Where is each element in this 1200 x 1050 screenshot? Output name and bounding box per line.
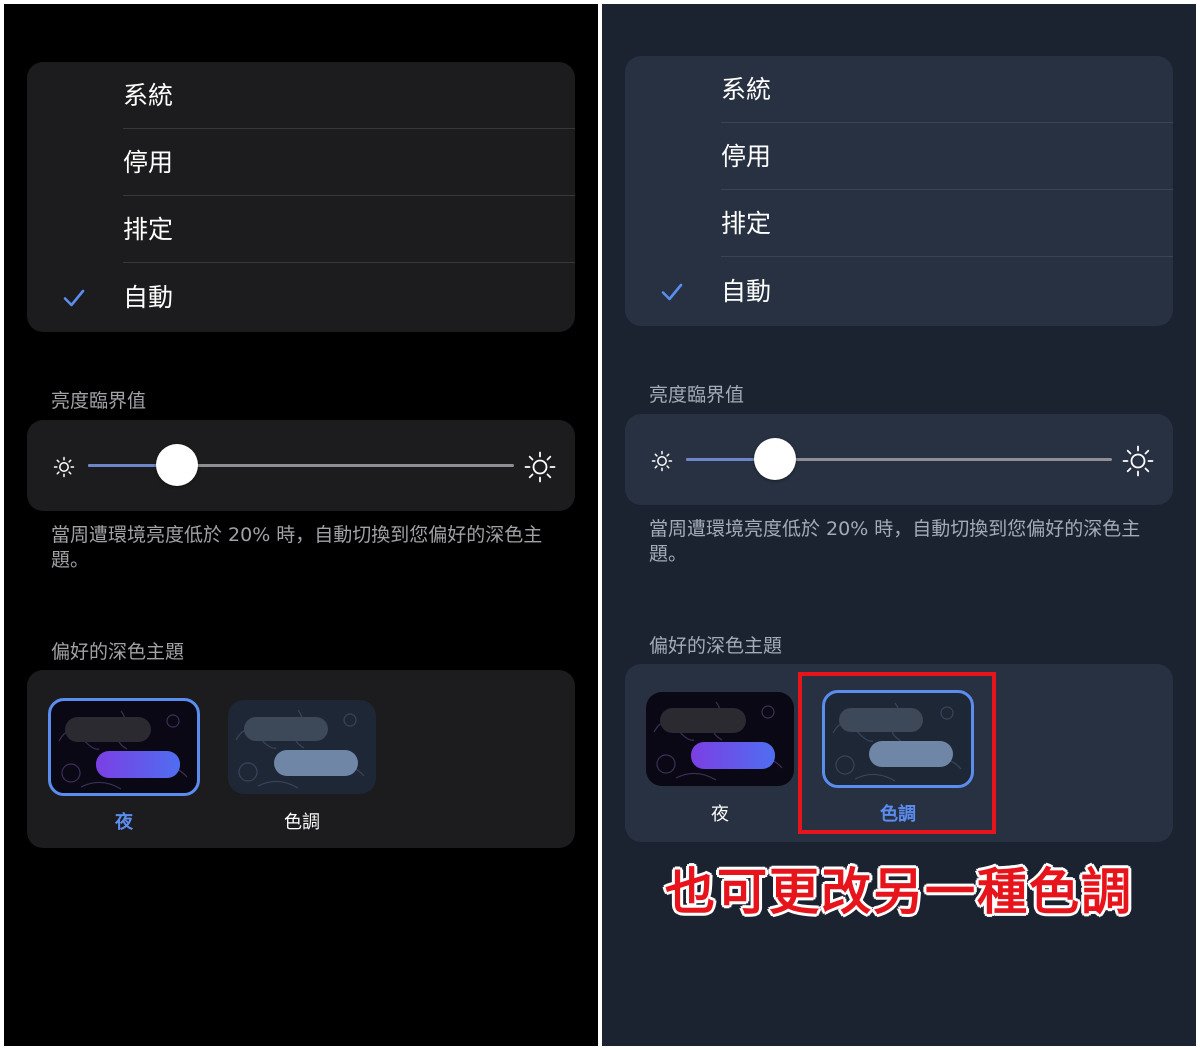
menu-item-label: 排定 (721, 209, 772, 238)
night-theme-preview (48, 698, 200, 796)
divider (123, 262, 575, 263)
menu-item-automatic[interactable]: 自動 (27, 264, 575, 331)
annotation-highlight-box (798, 672, 996, 834)
sun-large-icon (1122, 445, 1154, 477)
theme-label: 夜 (711, 804, 729, 825)
sent-bubble (691, 742, 775, 769)
theme-picker-card: 夜 色調 (27, 670, 575, 848)
divider (721, 256, 1173, 257)
theme-option-night[interactable]: 夜 (644, 690, 796, 840)
sent-bubble (96, 751, 180, 778)
theme-label: 夜 (115, 812, 133, 833)
menu-item-system[interactable]: 系統 (27, 62, 575, 129)
sun-large-icon (524, 451, 556, 483)
menu-item-label: 停用 (721, 142, 772, 171)
doodle-pattern (58, 710, 188, 790)
annotation-caption: 也可更改另一種色調 (665, 863, 1133, 921)
slider-thumb[interactable] (156, 444, 198, 486)
slider-thumb[interactable] (754, 438, 796, 480)
brightness-threshold-label: 亮度臨界值 (649, 384, 745, 406)
menu-item-label: 系統 (721, 75, 772, 104)
menu-item-label: 排定 (123, 215, 174, 244)
brightness-footnote: 當周遭環境亮度低於 20% 時，自動切換到您偏好的深色主題。 (649, 518, 1141, 565)
sun-small-icon (651, 450, 673, 472)
menu-item-scheduled[interactable]: 排定 (27, 196, 575, 263)
menu-item-label: 自動 (123, 283, 174, 312)
brightness-slider[interactable] (686, 438, 1112, 480)
brightness-slider-card (27, 420, 575, 511)
theme-option-night[interactable]: 夜 (48, 698, 200, 848)
menu-item-system[interactable]: 系統 (625, 56, 1173, 123)
brightness-slider[interactable] (88, 444, 514, 486)
menu-item-label: 系統 (123, 81, 174, 110)
received-bubble (244, 717, 328, 741)
menu-item-automatic[interactable]: 自動 (625, 258, 1173, 325)
menu-item-label: 自動 (721, 277, 772, 306)
tint-theme-preview (228, 700, 376, 794)
brightness-threshold-label: 亮度臨界值 (51, 390, 147, 412)
right-screenshot-panel: 系統 停用 排定 自動 亮度臨界值 當周遭環境亮度低於 20% 時，自動切換到您… (602, 4, 1196, 1046)
brightness-slider-card (625, 414, 1173, 505)
received-bubble (660, 708, 746, 733)
left-screenshot-panel: 系統 停用 排定 自動 亮度臨界值 當周遭環境亮度低於 20% 時，自動切換到您… (4, 4, 598, 1046)
preferred-dark-theme-label: 偏好的深色主題 (51, 641, 185, 663)
checkmark-icon (63, 289, 85, 307)
theme-label: 色調 (284, 812, 320, 833)
menu-item-scheduled[interactable]: 排定 (625, 190, 1173, 257)
menu-item-disabled[interactable]: 停用 (625, 123, 1173, 190)
night-theme-preview (646, 692, 794, 786)
dark-mode-options-card: 系統 停用 排定 自動 (27, 62, 575, 332)
theme-option-tint[interactable]: 色調 (226, 698, 378, 848)
brightness-footnote: 當周遭環境亮度低於 20% 時，自動切換到您偏好的深色主題。 (51, 524, 543, 571)
checkmark-icon (661, 283, 683, 301)
sun-small-icon (53, 456, 75, 478)
dark-mode-options-card: 系統 停用 排定 自動 (625, 56, 1173, 326)
menu-item-label: 停用 (123, 148, 174, 177)
preferred-dark-theme-label: 偏好的深色主題 (649, 635, 783, 657)
sent-bubble (274, 750, 358, 776)
doodle-pattern (653, 701, 783, 781)
doodle-pattern (235, 709, 365, 789)
received-bubble (65, 717, 151, 742)
menu-item-disabled[interactable]: 停用 (27, 129, 575, 196)
